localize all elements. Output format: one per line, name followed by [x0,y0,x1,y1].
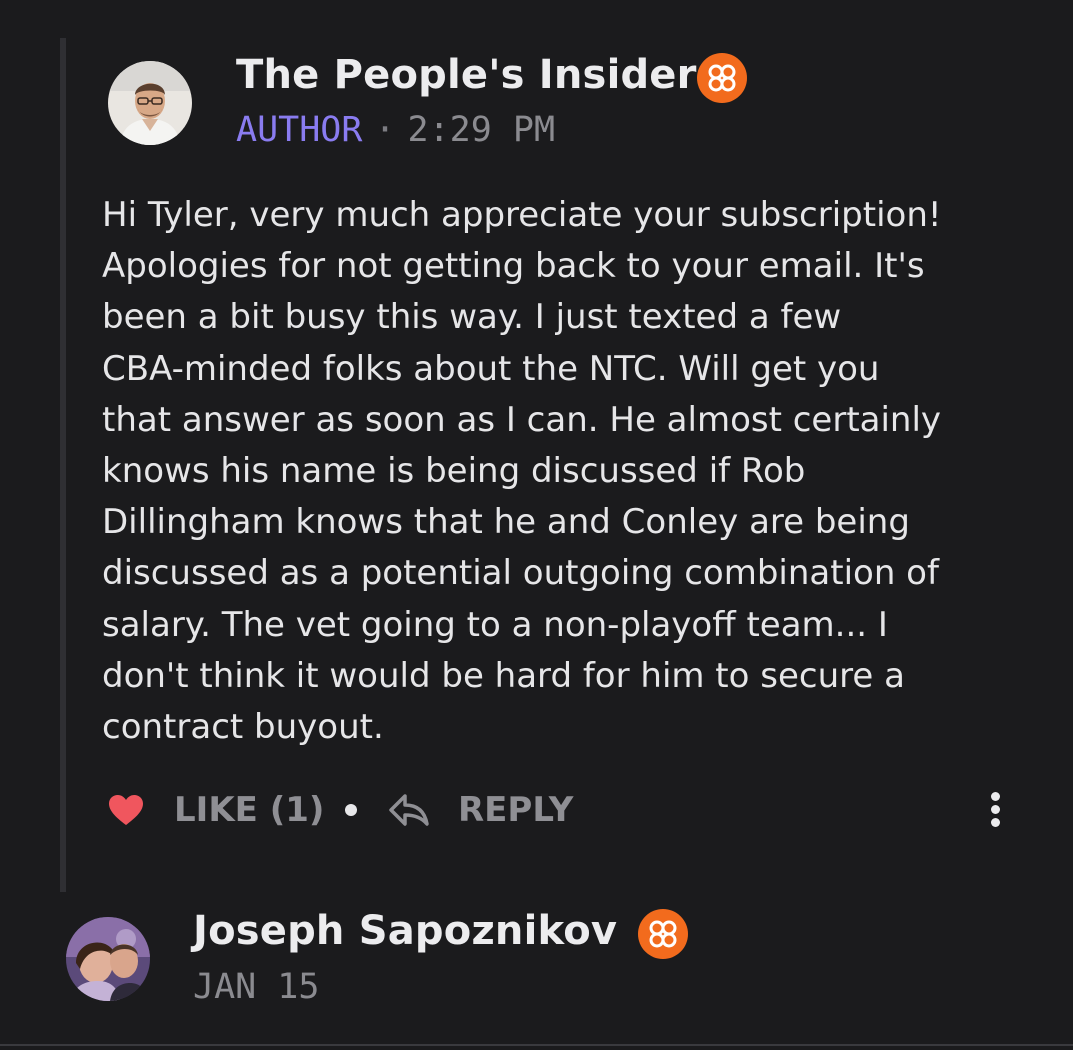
reply-arrow-icon [389,794,429,826]
heart-icon [109,795,143,825]
comment-timestamp[interactable]: 2:29 PM [408,110,556,150]
divider [0,1044,1073,1046]
subscriber-badge-icon [697,53,747,103]
like-button[interactable]: LIKE (1) [108,786,324,834]
thread-line [60,38,66,892]
comment-actions: LIKE (1) REPLY [108,786,1028,834]
comment-author-name[interactable]: The People's Insider [236,52,697,98]
commenter-avatar[interactable] [66,917,150,1001]
comment-timestamp[interactable]: JAN 15 [193,967,319,1007]
comment-author-name[interactable]: Joseph Sapoznikov [193,908,617,954]
comment-body: Hi Tyler, very much appreciate your subs… [102,195,942,748]
like-label: LIKE (1) [174,790,325,830]
action-separator-dot [345,804,357,816]
author-avatar[interactable] [108,61,192,145]
reply-label: REPLY [458,790,574,830]
meta-separator: · [374,110,396,150]
comment-meta: AUTHOR · 2:29 PM [236,110,555,150]
reply-button[interactable]: REPLY [388,786,573,834]
author-role-tag: AUTHOR [236,110,363,150]
more-options-icon[interactable] [980,790,1012,830]
subscriber-badge-icon [638,909,688,959]
